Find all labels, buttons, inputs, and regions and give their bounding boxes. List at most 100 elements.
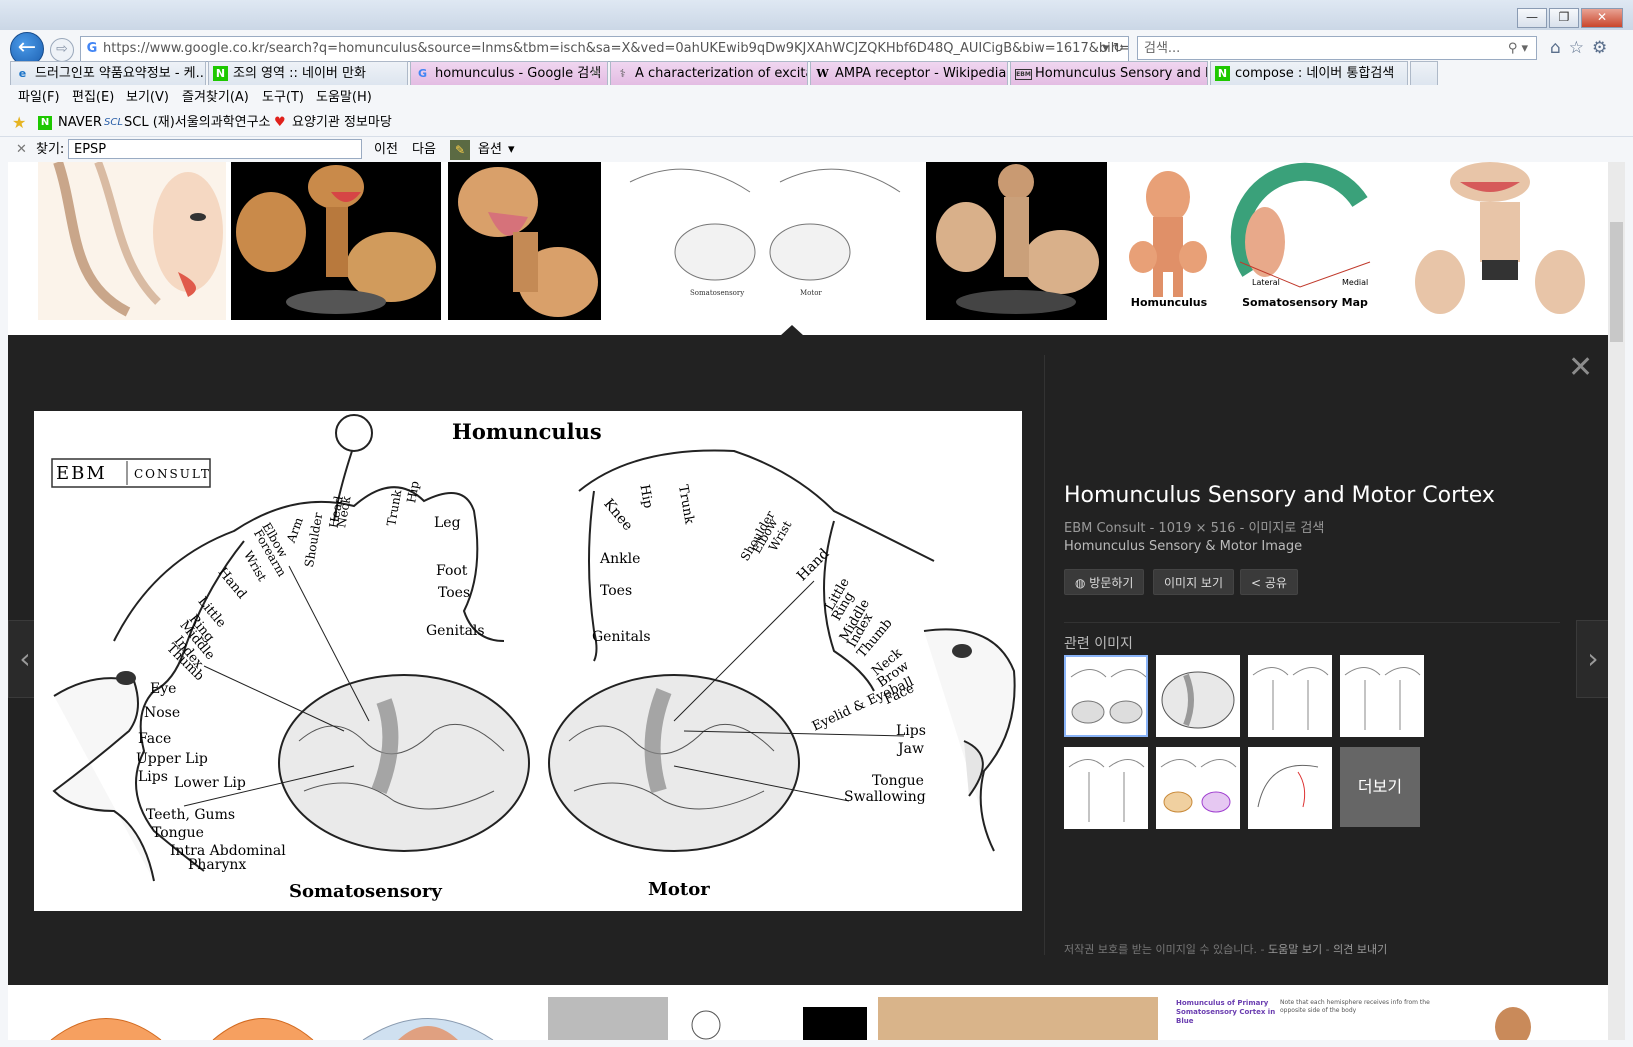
menu-edit[interactable]: 편집(E): [72, 86, 114, 110]
favorite-hira[interactable]: 요양기관 정보마당: [292, 110, 392, 136]
share-button[interactable]: < 공유: [1240, 569, 1298, 595]
menu-tools[interactable]: 도구(T): [262, 86, 304, 110]
browser-window: — ❐ ✕ ← ⇨ Ghttps://www.google.co.kr/sear…: [0, 0, 1633, 1047]
bottom-thumb-drawing: [50, 1018, 162, 1040]
tab-naver-compose[interactable]: Ncompose : 네이버 통합검색: [1210, 61, 1408, 85]
feedback-link[interactable]: 의견 보내기: [1333, 943, 1387, 956]
bottom-thumb-9[interactable]: Note that each hemisphere receives info …: [1280, 997, 1430, 1040]
strip-thumb-model-3[interactable]: [926, 162, 1107, 320]
address-bar[interactable]: Ghttps://www.google.co.kr/search?q=homun…: [80, 36, 1129, 62]
bottom-thumb-5[interactable]: [686, 997, 726, 1040]
restore-button[interactable]: ❐: [1549, 8, 1579, 28]
highlight-pen-icon[interactable]: ✎: [450, 140, 470, 160]
bottom-thumb-10[interactable]: [1488, 997, 1538, 1040]
related-thumb-7[interactable]: [1248, 747, 1332, 829]
close-window-button[interactable]: ✕: [1581, 8, 1623, 28]
tab-ebm-homunculus[interactable]: EBMHomunculus Sensory and Mo...: [1010, 61, 1208, 85]
favorites-star-icon[interactable]: ☆: [1569, 38, 1584, 58]
strip-thumb-muscle-homunculus[interactable]: [1410, 162, 1590, 320]
search-icon[interactable]: ⚲ ▾: [1508, 37, 1528, 61]
tab-ampa-wikipedia[interactable]: W AMPA receptor - Wikipedia: [810, 61, 1008, 85]
tab-druginfo[interactable]: e 드러그인포 약품요약정보 - 케...: [10, 61, 206, 85]
home-icon[interactable]: ⌂: [1550, 38, 1561, 58]
bottom-thumbnail-strip: Homunculus of Primary Somatosensory Cort…: [8, 997, 1608, 1040]
favorite-naver[interactable]: NAVER: [58, 110, 102, 136]
bottom-thumb-2[interactable]: [208, 997, 318, 1040]
related-thumb-4[interactable]: [1340, 655, 1424, 737]
label-teeth-gums: Teeth, Gums: [146, 807, 236, 823]
menu-view[interactable]: 보기(V): [126, 86, 169, 110]
find-label: 찾기:: [36, 142, 65, 157]
chevron-right-icon: ›: [1587, 642, 1599, 675]
copyright-notice: 저작권 보호를 받는 이미지일 수 있습니다.: [1064, 943, 1258, 956]
label-eye: Eye: [150, 681, 177, 697]
find-next-button[interactable]: 다음: [412, 137, 436, 163]
menu-favorites[interactable]: 즐겨찾기(A): [182, 86, 249, 110]
find-input[interactable]: EPSP: [68, 139, 362, 159]
main-image[interactable]: Homunculus EBM CONSULT Somatosensory Mot…: [34, 411, 1022, 911]
forward-button[interactable]: ⇨: [50, 38, 74, 62]
tab-bar: e 드러그인포 약품요약정보 - 케... N 조의 영역 :: 네이버 만화 Gh…: [0, 60, 1633, 87]
image-title[interactable]: Homunculus Sensory and Motor Cortex: [1064, 483, 1495, 508]
strip-thumb-model-1[interactable]: [231, 162, 441, 320]
label-motor-lips: Lips: [896, 723, 926, 739]
new-tab-button[interactable]: [1410, 61, 1438, 85]
view-image-button[interactable]: 이미지 보기: [1153, 569, 1235, 595]
find-options-button[interactable]: 옵션: [478, 137, 502, 163]
bottom-thumb-3[interactable]: [358, 997, 498, 1040]
naver-favicon-icon: N: [38, 116, 52, 130]
vertical-scrollbar[interactable]: [1608, 162, 1625, 1040]
bottom-thumb-8[interactable]: Homunculus of Primary Somatosensory Cort…: [1176, 997, 1276, 1040]
tab-characterization[interactable]: ⚕ A characterization of excitato...: [610, 61, 808, 85]
bottom-thumb-drawing: [362, 1018, 494, 1040]
scrollbar-thumb[interactable]: [1610, 222, 1623, 342]
next-image-button[interactable]: ›: [1576, 620, 1608, 698]
toolbar-icons: ⌂ ☆ ⚙: [1550, 38, 1607, 58]
strip-thumb-cartoon-homunculus[interactable]: Homunculus: [1118, 162, 1220, 320]
related-thumb-drawing: [1344, 667, 1421, 730]
close-find-icon[interactable]: ✕: [16, 137, 27, 163]
refresh-icon[interactable]: ▾ ↻: [1102, 37, 1124, 61]
related-thumb-6[interactable]: [1156, 747, 1240, 829]
menu-file[interactable]: 파일(F): [18, 86, 60, 110]
strip-thumb-somatosensory-map[interactable]: Lateral Medial Somatosensory Map: [1230, 162, 1380, 320]
related-thumb-2[interactable]: [1156, 655, 1240, 737]
options-caret-icon[interactable]: ▾: [508, 137, 515, 163]
strip-caption-homunculus: Homunculus: [1130, 296, 1208, 309]
settings-gear-icon[interactable]: ⚙: [1592, 38, 1607, 58]
bottom-thumb-4[interactable]: [548, 997, 668, 1040]
help-link[interactable]: 도움말 보기: [1268, 943, 1322, 956]
favorites-star-icon[interactable]: ★: [12, 110, 26, 136]
image-meta[interactable]: EBM Consult - 1019 × 516 - 이미지로 검색: [1064, 517, 1324, 536]
find-prev-button[interactable]: 이전: [374, 137, 398, 163]
tab-label: homunculus - Google 검색: [435, 66, 602, 81]
address-url[interactable]: https://www.google.co.kr/search?q=homunc…: [103, 41, 1128, 56]
related-thumb-5[interactable]: [1064, 747, 1148, 829]
tab-google-search[interactable]: Ghomunculus - Google 검색 ✕: [410, 61, 608, 85]
visit-button[interactable]: ◍ 방문하기: [1064, 569, 1145, 595]
related-thumb-3[interactable]: [1248, 655, 1332, 737]
minimize-button[interactable]: —: [1517, 8, 1547, 28]
favorite-scl[interactable]: SCL (재)서울의과학연구소: [124, 110, 271, 136]
google-favicon-icon: G: [86, 41, 98, 56]
strip-thumb-homunculus-diagram[interactable]: Somatosensory Motor: [610, 162, 915, 320]
strip-thumb-model-2[interactable]: [448, 162, 601, 320]
close-tab-icon[interactable]: ✕: [590, 62, 601, 85]
close-viewer-icon[interactable]: ✕: [1568, 353, 1593, 383]
menu-help[interactable]: 도움말(H): [316, 86, 372, 110]
strip-thumb-drawing: [1230, 162, 1371, 288]
bottom-thumb-1[interactable]: [46, 997, 166, 1040]
related-thumb-drawing: [1068, 759, 1145, 822]
more-related-button[interactable]: 더보기: [1340, 747, 1420, 827]
tab-label: A characterization of excitato...: [635, 66, 807, 81]
related-thumb-1[interactable]: [1064, 655, 1148, 737]
browser-search-input[interactable]: 검색... ⚲ ▾: [1137, 36, 1537, 60]
favorites-bar: ★ N NAVER SCL SCL (재)서울의과학연구소 ♥ 요양기관 정보마…: [0, 110, 1633, 136]
page-content: Somatosensory Motor Homunculus Lateral M…: [8, 162, 1608, 1040]
tab-naver-comic[interactable]: N 조의 영역 :: 네이버 만화: [208, 61, 408, 85]
strip-thumb-sensory-face[interactable]: [38, 162, 226, 320]
bottom-thumb-7[interactable]: [878, 997, 1158, 1040]
label-motor-swallowing: Swallowing: [844, 789, 926, 805]
bottom-thumb-6[interactable]: [803, 1007, 867, 1040]
image-viewer-panel: ‹ Homunculus EBM CONSULT Somatosensory M…: [8, 335, 1608, 985]
